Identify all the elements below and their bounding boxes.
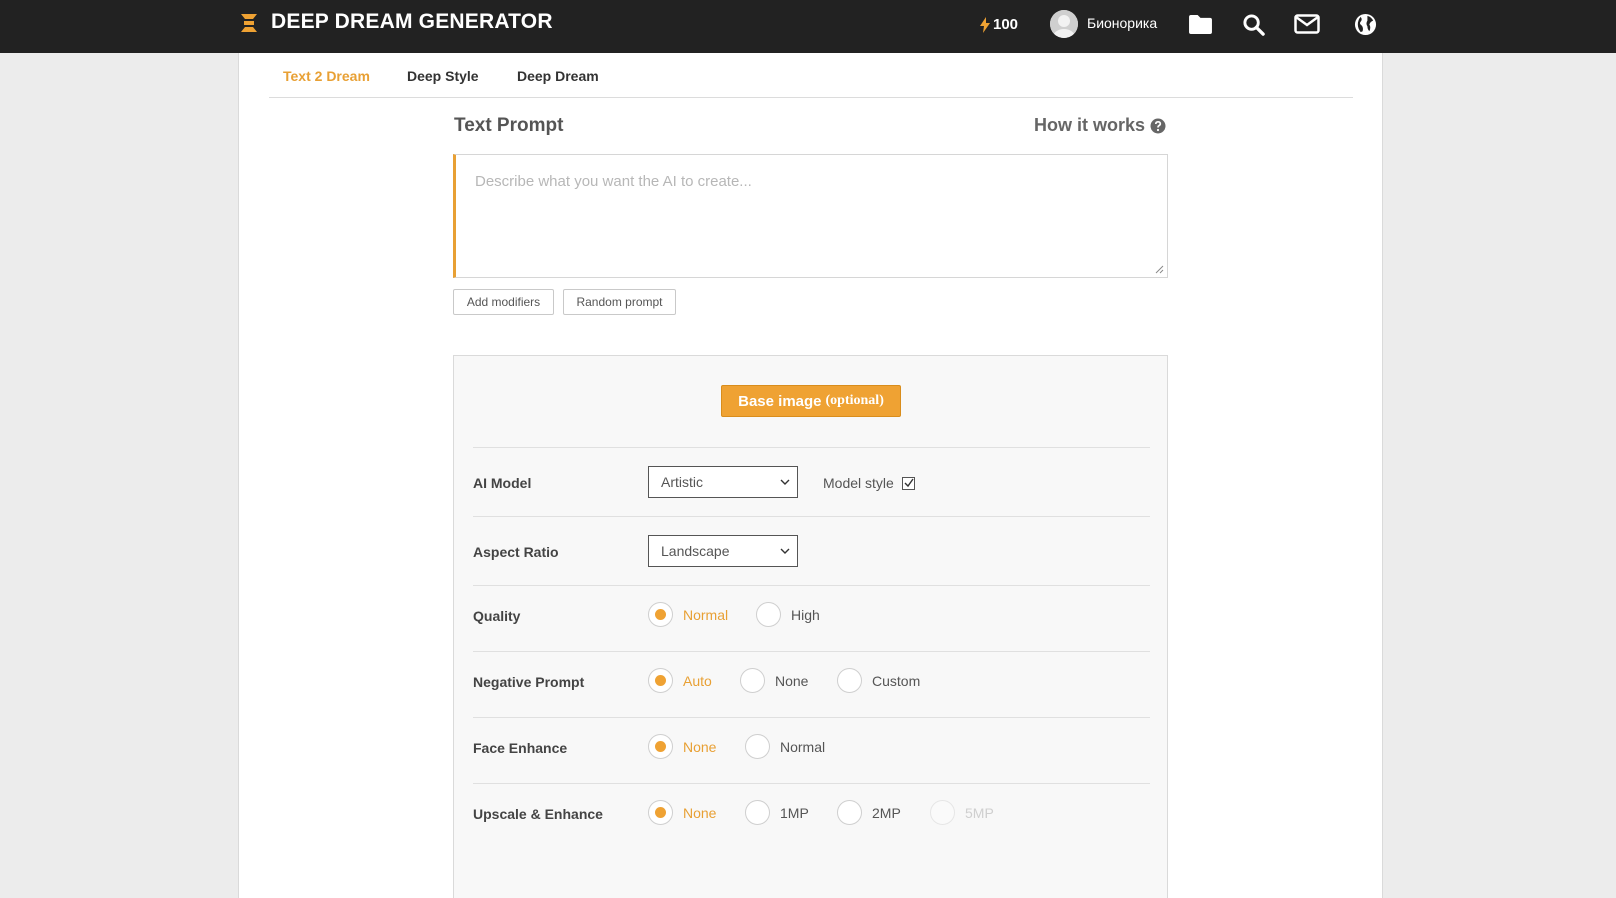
resize-handle-icon[interactable] [1155, 265, 1164, 274]
radio-button[interactable] [648, 734, 673, 759]
how-it-works-link[interactable]: How it works [1034, 115, 1166, 136]
quality-label: Quality [473, 608, 521, 624]
random-prompt-button[interactable]: Random prompt [563, 289, 676, 315]
radio-label: 2MP [872, 804, 901, 821]
negative-prompt-option-custom[interactable]: Custom [837, 668, 920, 693]
radio-label: 5MP [965, 804, 994, 821]
brand-name[interactable]: DEEP DREAM GENERATOR [271, 10, 553, 34]
radio-label: None [775, 672, 809, 689]
divider [473, 651, 1150, 652]
radio-label: Normal [780, 738, 826, 755]
negative-prompt-option-none[interactable]: None [740, 668, 808, 693]
avatar[interactable] [1050, 10, 1078, 38]
globe-icon[interactable] [1352, 11, 1378, 37]
aspect-ratio-value: Landscape [661, 543, 730, 559]
upscale-enhance-label: Upscale & Enhance [473, 806, 603, 822]
user-silhouette-icon [1050, 10, 1078, 38]
divider [473, 516, 1150, 517]
radio-label: Custom [872, 672, 921, 689]
checkmark-icon [904, 478, 914, 487]
folder-icon[interactable] [1187, 11, 1213, 37]
base-image-optional: (optional) [825, 393, 884, 408]
radio-label: Normal [683, 606, 729, 623]
radio-button[interactable] [756, 602, 781, 627]
upscale-option-none[interactable]: None [648, 800, 716, 825]
radio-button[interactable] [837, 668, 862, 693]
ai-model-value: Artistic [661, 474, 703, 490]
negative-prompt-label: Negative Prompt [473, 674, 585, 690]
how-it-works-label: How it works [1034, 115, 1146, 135]
divider [473, 585, 1150, 586]
model-style-label: Model style [823, 475, 894, 491]
face-enhance-label: Face Enhance [473, 740, 568, 756]
tab-text-2-dream[interactable]: Text 2 Dream [283, 68, 370, 84]
divider [473, 447, 1150, 448]
radio-label: None [683, 738, 717, 755]
aspect-ratio-select[interactable]: Landscape [648, 535, 798, 567]
radio-button[interactable] [648, 602, 673, 627]
question-circle-icon [1150, 118, 1166, 133]
radio-button[interactable] [740, 668, 765, 693]
radio-button[interactable] [745, 800, 770, 825]
quality-option-high[interactable]: High [756, 602, 820, 627]
radio-label: 1MP [780, 804, 809, 821]
ai-model-select[interactable]: Artistic [648, 466, 798, 498]
face-enhance-option-normal[interactable]: Normal [745, 734, 825, 759]
upscale-option-2mp[interactable]: 2MP [837, 800, 901, 825]
radio-button[interactable] [745, 734, 770, 759]
prompt-textarea[interactable] [456, 155, 1167, 277]
generator-tabs: Text 2 Dream Deep Style Deep Dream [269, 53, 1353, 98]
chevron-down-icon [780, 479, 790, 485]
model-style-option[interactable]: Model style [823, 475, 915, 491]
divider [473, 783, 1150, 784]
logo-icon[interactable] [240, 13, 258, 33]
radio-label: None [683, 804, 717, 821]
radio-button[interactable] [648, 800, 673, 825]
main-content: Text 2 Dream Deep Style Deep Dream Text … [238, 53, 1383, 898]
energy-value: 100 [993, 16, 1019, 33]
radio-button[interactable] [837, 800, 862, 825]
tab-deep-style[interactable]: Deep Style [407, 68, 479, 84]
radio-button [930, 800, 955, 825]
chevron-down-icon [780, 548, 790, 554]
radio-button[interactable] [648, 668, 673, 693]
radio-label: High [791, 606, 820, 623]
top-navigation-bar: DEEP DREAM GENERATOR 100 Бионорика [0, 0, 1616, 53]
upscale-option-1mp[interactable]: 1MP [745, 800, 809, 825]
add-modifiers-button[interactable]: Add modifiers [453, 289, 554, 315]
ai-model-label: AI Model [473, 475, 532, 491]
negative-prompt-option-auto[interactable]: Auto [648, 668, 712, 693]
settings-panel: Base image (optional) AI Model Artistic … [453, 355, 1168, 898]
text-prompt-heading: Text Prompt [454, 115, 564, 136]
tab-deep-dream[interactable]: Deep Dream [517, 68, 599, 84]
upscale-option-5mp: 5MP [930, 800, 994, 825]
radio-label: Auto [683, 672, 712, 689]
quality-option-normal[interactable]: Normal [648, 602, 728, 627]
base-image-label: Base image [738, 392, 822, 410]
divider [473, 717, 1150, 718]
aspect-ratio-label: Aspect Ratio [473, 544, 559, 560]
energy-counter[interactable]: 100 [980, 16, 1018, 33]
prompt-textarea-wrapper [453, 154, 1168, 278]
base-image-button[interactable]: Base image (optional) [721, 385, 901, 417]
lightning-icon [980, 16, 990, 33]
face-enhance-option-none[interactable]: None [648, 734, 716, 759]
mail-icon[interactable] [1294, 11, 1320, 37]
model-style-checkbox[interactable] [901, 476, 915, 490]
username[interactable]: Бионорика [1087, 15, 1157, 31]
search-icon[interactable] [1240, 11, 1266, 37]
